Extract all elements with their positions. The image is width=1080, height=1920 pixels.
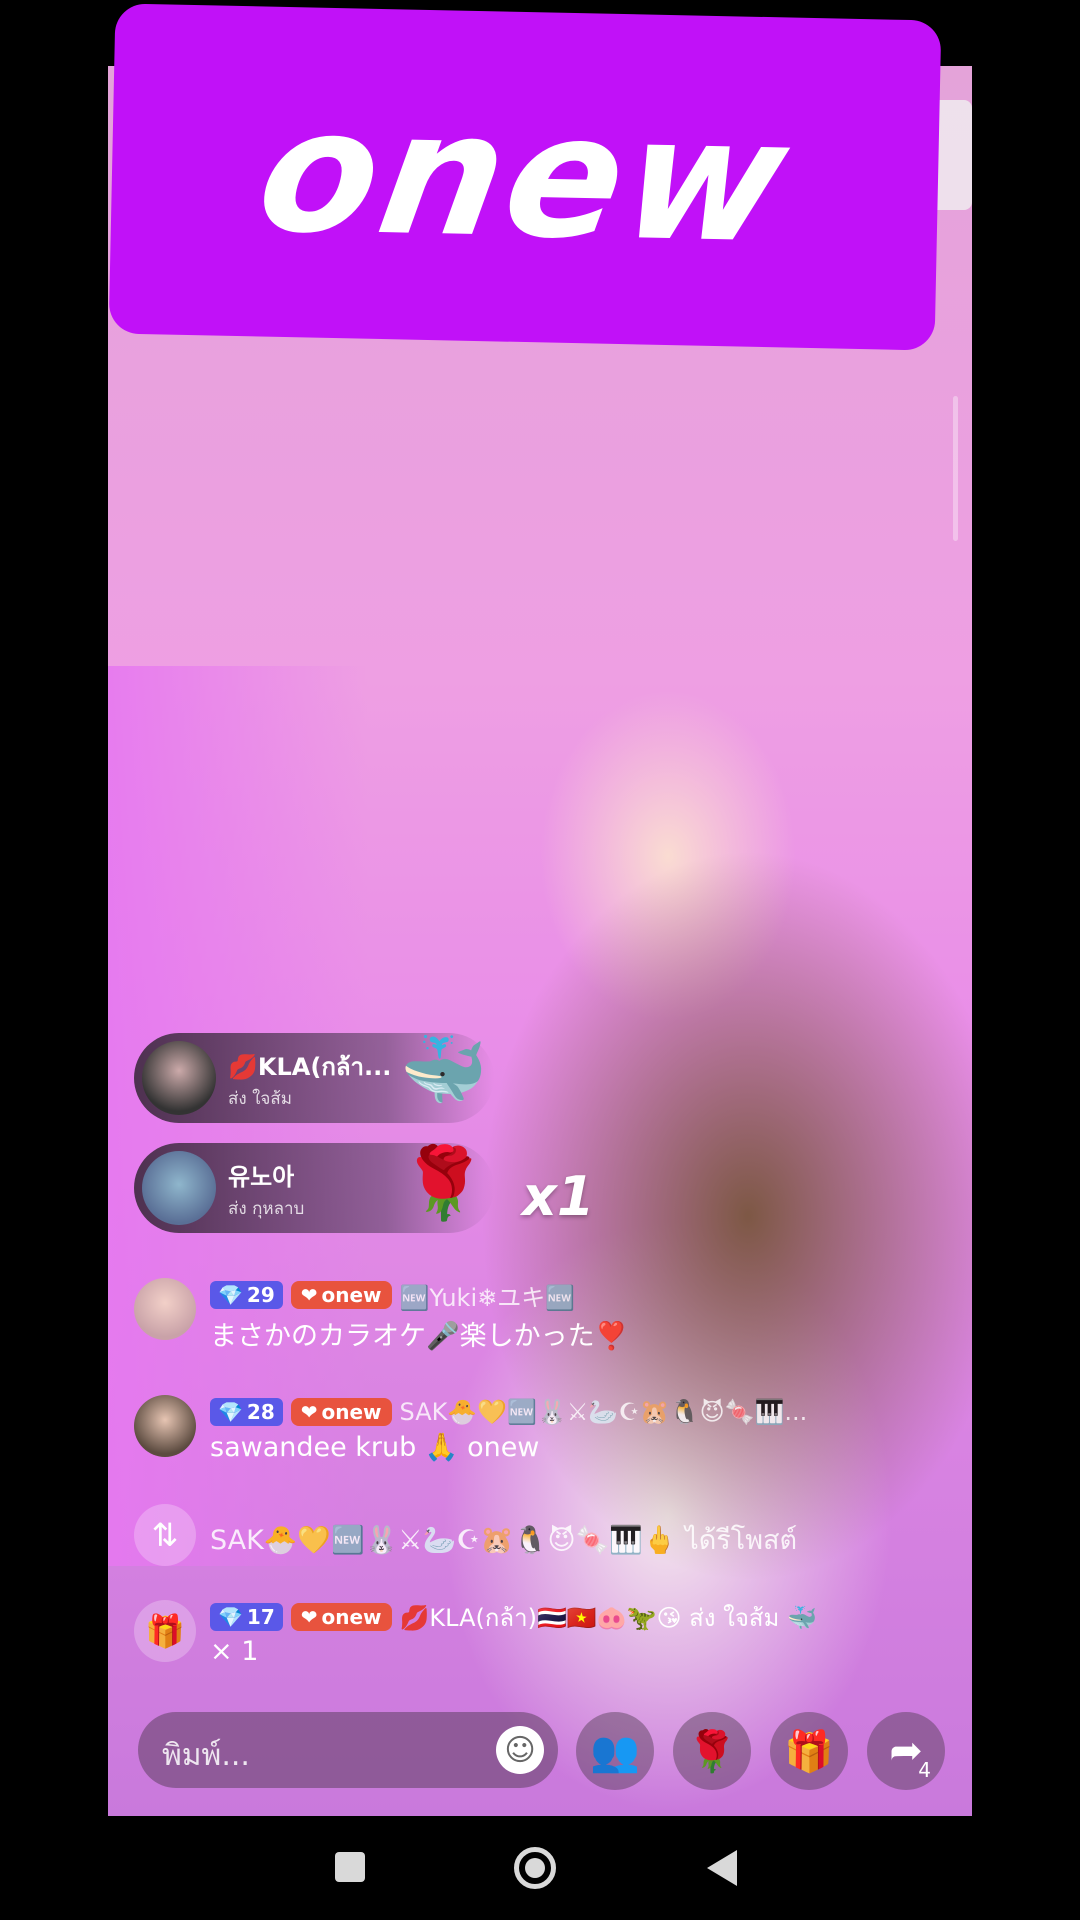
avatar[interactable] xyxy=(142,1041,216,1115)
home-button[interactable] xyxy=(514,1847,556,1889)
recent-apps-button[interactable] xyxy=(335,1852,365,1882)
rose-icon: 🌹 xyxy=(687,1728,737,1775)
repost-notice: ⇅ SAK🐣💛🆕🐰⚔🦢☪🐹🐧😈🍬🎹🖕 ได้รีโพสต์ xyxy=(134,1504,980,1566)
scrollbar[interactable] xyxy=(953,396,958,541)
heart-icon: ❤ xyxy=(300,1605,318,1629)
gift-icon: 🎁 xyxy=(134,1600,196,1662)
repost-text: SAK🐣💛🆕🐰⚔🦢☪🐹🐧😈🍬🎹🖕 ได้รีโพสต์ xyxy=(210,1525,798,1556)
whale-gift-icon: 🐳 xyxy=(400,1029,488,1111)
level-badge: 💎 29 xyxy=(210,1281,283,1309)
level-badge: 💎 28 xyxy=(210,1398,283,1426)
avatar[interactable] xyxy=(134,1278,196,1340)
avatar[interactable] xyxy=(134,1395,196,1457)
level-badge: 💎 17 xyxy=(210,1603,283,1631)
logo-text: onew xyxy=(245,72,805,282)
gift-button[interactable]: 🎁 xyxy=(770,1712,848,1790)
gift-sender-name: 💋KLA(กล้า... xyxy=(228,1053,392,1081)
fan-badge: ❤ onew xyxy=(290,1281,392,1309)
fan-badge: ❤ onew xyxy=(290,1398,392,1426)
heart-icon: ❤ xyxy=(300,1400,318,1424)
back-button[interactable] xyxy=(707,1850,737,1886)
chat-username[interactable]: 🆕Yuki❄ユキ🆕 xyxy=(400,1278,576,1313)
people-icon: 👥 xyxy=(590,1728,640,1775)
heart-icon: ❤ xyxy=(300,1283,318,1307)
chat-text: まさかのカラオケ🎤楽しかった❣️ xyxy=(210,1321,629,1352)
gift-notice-text: 💋KLA(กล้า)🇹🇭🇻🇳🐽🦖😘 ส่ง ใจส้ม 🐳 xyxy=(399,1603,817,1632)
comment-placeholder: พิมพ์... xyxy=(162,1738,250,1773)
chat-message: 💎 28 ❤ onew SAK🐣💛🆕🐰⚔🦢☪🐹🐧😈🍬🎹... sawandee kr… xyxy=(134,1395,980,1475)
chat-message: 💎 29 ❤ onew 🆕Yuki❄ユキ🆕 まさかのカラオケ🎤楽しかった❣️ xyxy=(134,1278,980,1358)
diamond-icon: 💎 xyxy=(218,1400,243,1424)
share-count: 4 xyxy=(918,1758,931,1782)
stream-logo-banner: onew xyxy=(108,3,942,351)
rose-button[interactable]: 🌹 xyxy=(673,1712,751,1790)
comment-input[interactable]: พิมพ์... ☺ xyxy=(138,1712,558,1788)
rose-gift-icon: 🌹 xyxy=(400,1142,488,1224)
chat-text: sawandee krub 🙏 onew xyxy=(210,1432,540,1463)
diamond-icon: 💎 xyxy=(218,1605,243,1629)
chat-username[interactable]: SAK🐣💛🆕🐰⚔🦢☪🐹🐧😈🍬🎹... xyxy=(400,1398,808,1426)
avatar[interactable] xyxy=(142,1151,216,1225)
gift-box-icon: 🎁 xyxy=(784,1728,834,1775)
gift-notice: 🎁 💎 17 ❤ onew 💋KLA(กล้า)🇹🇭🇻🇳🐽🦖😘 ส่ง ใจส้ม … xyxy=(134,1600,980,1690)
gift-action: ส่ง กุหลาบ xyxy=(228,1199,305,1219)
share-button[interactable]: ➦ 4 xyxy=(867,1712,945,1790)
emoji-icon[interactable]: ☺ xyxy=(496,1726,544,1774)
gift-action: ส่ง ใจส้ม xyxy=(228,1089,292,1109)
gift-sender-name: 유노아 xyxy=(228,1163,295,1191)
diamond-icon: 💎 xyxy=(218,1283,243,1307)
gift-notice-count: × 1 xyxy=(210,1636,259,1667)
repost-icon: ⇅ xyxy=(134,1504,196,1566)
gift-count: x1 xyxy=(522,1165,595,1228)
fan-badge: ❤ onew xyxy=(290,1603,392,1631)
guests-button[interactable]: 👥 xyxy=(576,1712,654,1790)
